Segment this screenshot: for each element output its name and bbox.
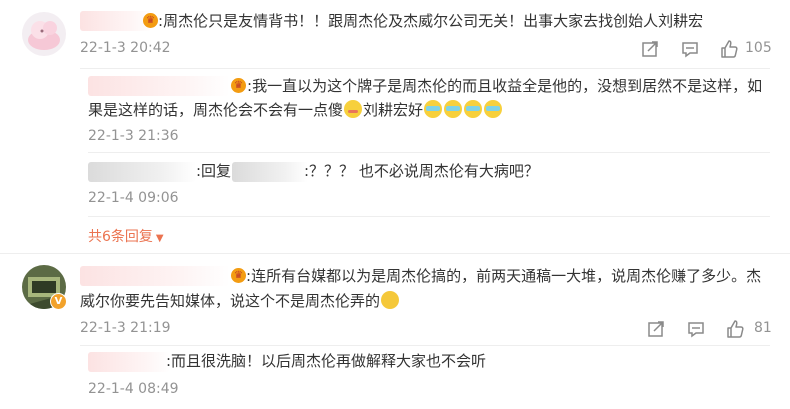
reply-text-line2: 果是这样的话，周杰伦会不会有一点傻 刘耕宏好 — [88, 97, 503, 123]
comment-actions: 81 — [646, 318, 776, 340]
sick-emoji-icon — [424, 100, 443, 118]
reply-text: :我一直以为这个牌子是周杰伦的而且收益全是他的，没想到居然不是这样，如 — [247, 77, 763, 95]
divider — [0, 253, 790, 254]
like-count: 81 — [754, 320, 772, 336]
comment-text: :连所有台媒都以为是周杰伦搞的，前两天通稿一大堆，说周杰伦赚了多少。杰 — [246, 267, 762, 285]
divider — [80, 345, 770, 346]
divider — [80, 68, 770, 69]
comment-actions: 105 — [640, 38, 772, 60]
vip-crown-icon: ♛ — [143, 13, 158, 28]
shy-emoji-icon — [344, 100, 363, 118]
reply-time: 22-1-4 08:49 — [88, 381, 179, 397]
username[interactable] — [88, 352, 170, 372]
reply-text: :而且很洗脑！以后周杰伦再做解释大家也不会听 — [166, 352, 487, 370]
sick-emoji-icon — [464, 100, 483, 118]
username[interactable] — [88, 162, 196, 182]
reply-time: 22-1-3 21:36 — [88, 128, 179, 144]
username[interactable] — [88, 76, 230, 96]
reply-time: 22-1-4 09:06 — [88, 190, 179, 206]
caret-down-icon: ▼ — [155, 233, 164, 244]
comment-time: 22-1-3 20:42 — [80, 40, 171, 56]
reply-text: :回复 — [196, 162, 232, 180]
avatar[interactable] — [22, 12, 66, 56]
comment-time: 22-1-3 21:19 — [80, 320, 171, 336]
sick-emoji-icon — [444, 100, 463, 118]
comment-text-line2: 威尔你要先告知媒体，说这个不是周杰伦弄的 — [80, 288, 400, 314]
username[interactable] — [80, 266, 230, 286]
laugh-cry-emoji-icon — [381, 291, 400, 309]
comment-icon[interactable] — [680, 39, 700, 59]
more-replies-link[interactable]: 共6条回复 ▼ — [88, 226, 164, 246]
share-icon[interactable] — [646, 319, 666, 339]
divider — [88, 216, 770, 217]
divider — [88, 152, 770, 153]
comment-icon[interactable] — [686, 319, 706, 339]
like-count: 105 — [745, 40, 772, 56]
share-icon[interactable] — [640, 39, 660, 59]
verified-badge-icon: V — [50, 293, 67, 310]
like-icon[interactable] — [719, 39, 739, 59]
username[interactable] — [80, 11, 152, 31]
like-icon[interactable] — [725, 319, 745, 339]
sick-emoji-icon — [484, 100, 503, 118]
vip-crown-icon: ♛ — [231, 268, 246, 283]
reply-text: :？？？ 也不必说周杰伦有大病吧？ — [304, 162, 539, 180]
reply-target-username[interactable] — [232, 162, 308, 182]
comment-text: :周杰伦只是友情背书！！跟周杰伦及杰威尔公司无关！出事大家去找创始人刘耕宏 — [158, 12, 704, 30]
vip-crown-icon: ♛ — [231, 78, 246, 93]
